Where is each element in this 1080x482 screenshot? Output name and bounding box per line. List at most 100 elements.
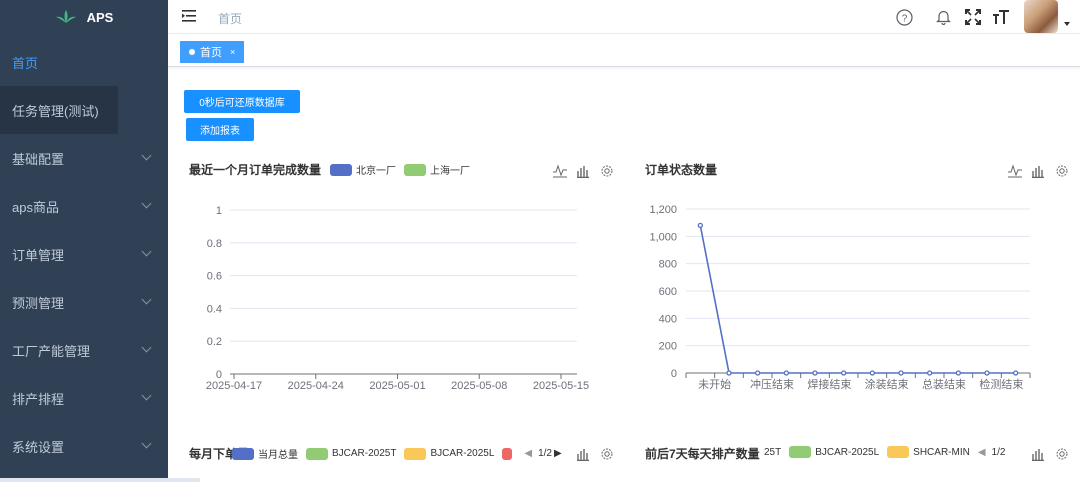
line-chart-toggle-icon[interactable] xyxy=(1007,164,1023,178)
data-point xyxy=(812,370,818,376)
legend-prev-icon[interactable]: ◀ xyxy=(524,448,532,459)
data-point xyxy=(726,370,732,376)
sidebar-item-label: 订单管理 xyxy=(12,247,65,263)
gear-icon[interactable] xyxy=(600,164,614,178)
chevron-down-icon xyxy=(141,198,152,209)
add-report-button[interactable]: 添加报表 xyxy=(186,118,254,141)
x-tick-label: 总装结束 xyxy=(922,377,966,391)
sidebar-scrollbar[interactable] xyxy=(0,478,200,482)
chevron-down-icon xyxy=(141,342,152,353)
gear-icon[interactable] xyxy=(1055,164,1069,178)
legend-label[interactable]: 上海一厂 xyxy=(430,162,470,177)
x-tick-label: 焊接结束 xyxy=(807,377,851,391)
fullscreen-icon[interactable] xyxy=(964,8,982,26)
legend-label[interactable]: BJCAR-2025T xyxy=(332,448,396,459)
legend-label[interactable]: BJCAR-2025L xyxy=(430,448,494,459)
gear-icon[interactable] xyxy=(600,447,614,461)
logo-leaf-icon xyxy=(55,10,76,23)
legend-swatch[interactable] xyxy=(404,447,427,460)
y-tick-label: 0.4 xyxy=(207,303,222,315)
legend-swatch[interactable] xyxy=(789,446,812,458)
y-tick-label: 0.6 xyxy=(207,271,222,283)
chart1-legend: 北京一厂 上海一厂 xyxy=(330,162,470,177)
sidebar-item-capacity[interactable]: 工厂产能管理 xyxy=(0,326,168,374)
x-tick-label: 检测结束 xyxy=(979,377,1023,391)
y-tick-label: 800 xyxy=(659,259,677,271)
legend-label[interactable]: BJCAR-2025L xyxy=(815,447,879,458)
chart2-plot: 0 200 400 600 800 1,000 1,200 未开始 冲压结束 焊接结束 涂装结束 总装… xyxy=(649,204,1031,391)
legend-label[interactable]: 当月总量 xyxy=(258,446,298,461)
legend-swatch[interactable] xyxy=(330,163,352,176)
y-tick-label: 1 xyxy=(216,205,222,217)
chart1-title: 最近一个月订单完成数量 xyxy=(189,163,322,177)
sidebar-item-label: 工厂产能管理 xyxy=(12,343,91,359)
chevron-down-icon xyxy=(141,150,152,161)
bell-icon[interactable] xyxy=(934,8,952,26)
chevron-down-icon xyxy=(141,438,152,449)
legend-swatch[interactable] xyxy=(306,447,328,460)
legend-page: 1/2 xyxy=(991,446,1006,458)
sidebar-item-scheduling[interactable]: 排产排程 xyxy=(0,374,168,422)
legend-label[interactable]: 25T xyxy=(764,447,781,458)
x-tick-label: 涂装结束 xyxy=(865,377,909,391)
legend-swatch[interactable] xyxy=(502,447,513,460)
sidebar-item-forecast[interactable]: 预测管理 xyxy=(0,278,168,326)
legend-swatch[interactable] xyxy=(887,446,910,458)
chart3-legend: 当月总量 BJCAR-2025T BJCAR-2025L ◀ 1/2 ▶ xyxy=(232,446,562,461)
sidebar-item-aps-goods[interactable]: aps商品 xyxy=(0,182,168,230)
font-size-icon[interactable] xyxy=(992,8,1010,26)
y-tick-label: 0.2 xyxy=(207,336,222,348)
data-point xyxy=(1013,370,1019,376)
chevron-down-icon xyxy=(141,246,152,257)
x-tick-label: 2025-05-01 xyxy=(369,380,425,392)
x-tick-label: 2025-04-17 xyxy=(206,380,262,392)
app-name: APS xyxy=(86,9,114,25)
app-logo[interactable]: APS xyxy=(0,0,168,34)
line-chart-toggle-icon[interactable] xyxy=(552,164,568,178)
tag-label: 首页 xyxy=(200,47,222,59)
sidebar-item-label: aps商品 xyxy=(12,199,59,215)
caret-down-icon[interactable] xyxy=(1064,22,1070,26)
help-icon[interactable]: ? xyxy=(895,8,913,26)
sidebar-item-home[interactable]: 首页 xyxy=(0,38,168,86)
x-tick-label: 2025-05-15 xyxy=(533,380,589,392)
sidebar-item-label: 排产排程 xyxy=(12,391,65,407)
tag-home[interactable]: 首页 × xyxy=(180,41,245,63)
bar-chart-toggle-icon[interactable] xyxy=(1031,447,1045,461)
data-point xyxy=(841,370,847,376)
data-point xyxy=(783,370,789,376)
x-tick-label: 2025-05-08 xyxy=(451,380,507,392)
tags-view: 首页 × xyxy=(168,34,1080,67)
bar-chart-toggle-icon[interactable] xyxy=(576,164,590,178)
breadcrumb[interactable]: 首页 xyxy=(218,10,242,27)
sidebar-item-settings[interactable]: 系统设置 xyxy=(0,422,168,470)
data-point xyxy=(697,222,703,229)
chart4-title: 前后7天每天排产数量 xyxy=(645,447,760,461)
legend-label[interactable]: SHCAR-MIN xyxy=(913,447,970,458)
y-tick-label: 1,200 xyxy=(649,204,677,216)
restore-database-button[interactable]: 0秒后可还原数据库 xyxy=(184,90,300,113)
sidebar-item-label: 系统设置 xyxy=(12,439,65,455)
sidebar-item-tasks[interactable]: 任务管理(测试) xyxy=(0,86,118,134)
gear-icon[interactable] xyxy=(1055,447,1069,461)
menu-toggle-icon[interactable] xyxy=(182,9,198,23)
close-icon[interactable]: × xyxy=(230,47,235,57)
data-point xyxy=(984,370,990,376)
legend-next-icon[interactable]: ▶ xyxy=(554,448,562,459)
bar-chart-toggle-icon[interactable] xyxy=(576,447,590,461)
sidebar-item-label: 基础配置 xyxy=(12,151,65,167)
sidebar-item-basic-config[interactable]: 基础配置 xyxy=(0,134,168,182)
data-point xyxy=(955,370,961,376)
sidebar-item-orders[interactable]: 订单管理 xyxy=(0,230,168,278)
bar-chart-toggle-icon[interactable] xyxy=(1031,164,1045,178)
sidebar-item-label: 任务管理(测试) xyxy=(12,103,99,119)
legend-swatch[interactable] xyxy=(232,447,254,460)
avatar[interactable] xyxy=(1024,0,1058,33)
legend-swatch[interactable] xyxy=(404,163,426,176)
y-tick-label: 400 xyxy=(659,313,677,325)
chevron-down-icon xyxy=(141,294,152,305)
sidebar-item-label: 首页 xyxy=(12,55,39,71)
series-line xyxy=(699,225,1016,374)
legend-label[interactable]: 北京一厂 xyxy=(356,162,396,177)
legend-prev-icon[interactable]: ◀ xyxy=(978,447,986,458)
